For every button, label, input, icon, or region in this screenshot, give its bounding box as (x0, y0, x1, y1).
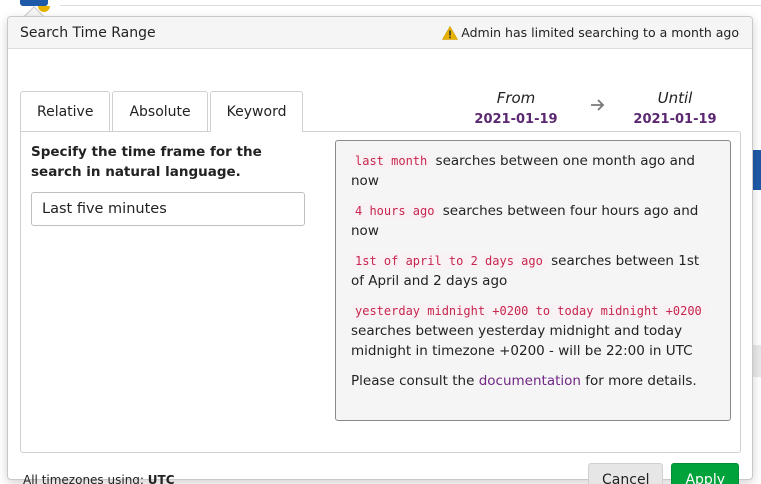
from-label: From (496, 89, 536, 107)
timezone-info: All timezones using: UTC (23, 473, 175, 484)
keyword-example-code: 4 hours ago (351, 203, 439, 219)
keyword-help-box: last month searches between one month ag… (335, 140, 731, 421)
timezone-value: UTC (147, 473, 175, 484)
arrow-right-icon (586, 98, 610, 112)
keyword-example-code: yesterday midnight +0200 to today midnig… (351, 303, 706, 319)
search-limit-warning: Admin has limited searching to a month a… (442, 25, 739, 40)
popover-header: Search Time Range Admin has limited sear… (8, 17, 752, 49)
keyword-example-code: last month (351, 153, 432, 169)
until-label: Until (657, 89, 693, 107)
popover-title: Search Time Range (20, 24, 156, 41)
popover-body: Relative Absolute Keyword From 2021-01-1… (8, 49, 752, 484)
cancel-button[interactable]: Cancel (588, 463, 664, 484)
time-range-tabs: Relative Absolute Keyword (20, 91, 305, 132)
help-example: last month searches between one month ag… (351, 151, 715, 191)
help-consult: Please consult the documentation for mor… (351, 371, 715, 391)
consult-prefix: Please consult the (351, 373, 479, 389)
timezone-prefix: All timezones using: (23, 473, 148, 484)
tab-relative[interactable]: Relative (20, 91, 111, 131)
tab-keyword[interactable]: Keyword (209, 91, 304, 132)
help-example: 1st of april to 2 days ago searches betw… (351, 251, 715, 291)
warning-icon (442, 25, 459, 40)
keyword-example-code: 1st of april to 2 days ago (351, 253, 547, 269)
help-example: yesterday midnight +0200 to today midnig… (351, 301, 715, 361)
background-search-bar (60, 0, 761, 6)
keyword-input[interactable] (31, 192, 305, 226)
footer-buttons: Cancel Apply (588, 463, 739, 484)
help-example: 4 hours ago searches between four hours … (351, 201, 715, 241)
keyword-instruction: Specify the time frame for the search in… (31, 144, 262, 180)
popover-footer: All timezones using: UTC Cancel Apply (8, 463, 752, 484)
keyword-panel: Specify the time frame for the search in… (20, 131, 741, 453)
apply-button[interactable]: Apply (671, 463, 739, 484)
tab-absolute[interactable]: Absolute (112, 91, 208, 131)
keyword-example-text: searches between yesterday midnight and … (351, 323, 693, 359)
documentation-link[interactable]: documentation (479, 373, 581, 389)
consult-suffix: for more details. (580, 373, 697, 389)
warning-text: Admin has limited searching to a month a… (461, 25, 739, 40)
search-time-range-popover: Search Time Range Admin has limited sear… (7, 16, 753, 484)
